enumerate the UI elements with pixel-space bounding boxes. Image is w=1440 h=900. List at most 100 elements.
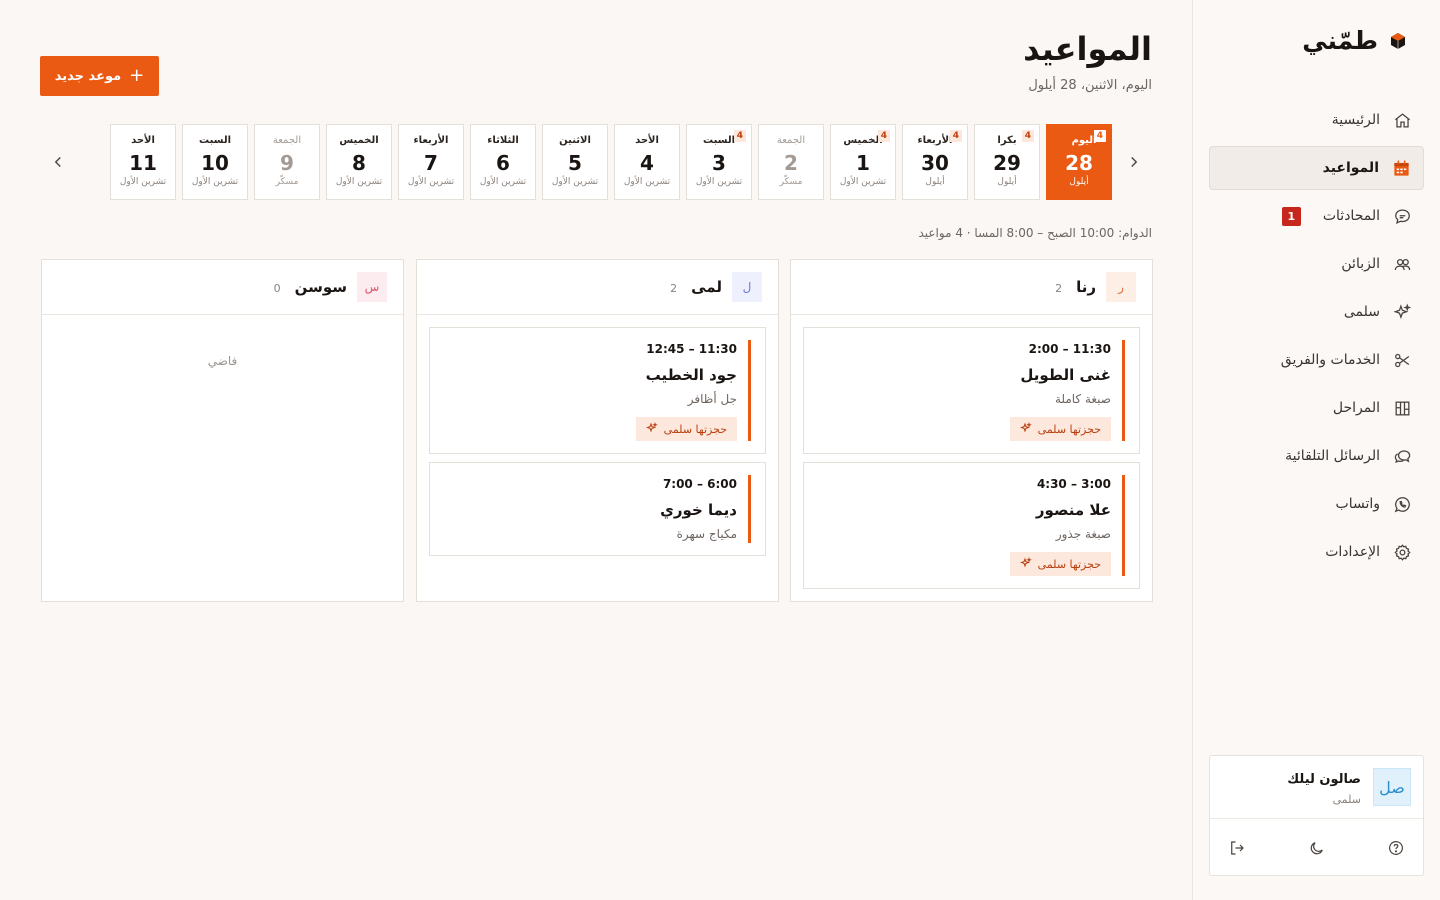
chevron-left-icon[interactable]: [48, 150, 68, 174]
tag-label: حجزتها سلمى: [1037, 422, 1101, 436]
day-name: اليوم: [1071, 135, 1097, 146]
day-name: الجمعة: [776, 135, 806, 146]
day-number: 3: [712, 151, 726, 175]
avatar: ر: [1106, 272, 1136, 302]
day-number: 28: [1065, 151, 1093, 175]
sidebar-item-home[interactable]: الرئيسية: [1209, 98, 1424, 142]
staff-appointment-count: 2: [670, 282, 678, 295]
day-name: الأربعاء: [917, 135, 953, 146]
avatar[interactable]: صل: [1373, 768, 1411, 806]
day-number: 30: [921, 151, 949, 175]
sidebar-item-services-team[interactable]: الخدمات والفريق: [1209, 338, 1424, 382]
working-hours: الدوام: 10:00 الصبح – 8:00 المسا · 4 موا…: [918, 226, 1152, 240]
new-appointment-button[interactable]: + موعد جديد: [40, 56, 159, 96]
day-name: السبت: [198, 135, 232, 146]
day-appointment-count: 4: [1093, 130, 1106, 142]
day-2[interactable]: الجمعة 2 مسكّر: [758, 124, 824, 200]
day-3[interactable]: 4 السبت 3 تشرين الأول: [686, 124, 752, 200]
day-name: الجمعة: [272, 135, 302, 146]
staff-name: رنا 2: [1055, 278, 1096, 296]
brand[interactable]: طمّني: [1302, 26, 1408, 55]
service-name: مكياج سهرة: [676, 527, 737, 541]
day-number: 6: [496, 151, 510, 175]
day-name: الخميس: [339, 135, 379, 146]
sidebar-item-label: الإعدادات: [1325, 544, 1380, 560]
service-name: صبغة كاملة: [1054, 392, 1111, 406]
messages-icon: [1392, 446, 1412, 466]
day-11[interactable]: الأحد 11 تشرين الأول: [110, 124, 176, 200]
day-10[interactable]: السبت 10 تشرين الأول: [182, 124, 248, 200]
customer-name: غنى الطويل: [1020, 366, 1111, 384]
day-name: الأربعاء: [413, 135, 449, 146]
sidebar-item-label: سلمى: [1343, 304, 1380, 320]
sidebar-item-customers[interactable]: الزبائن: [1209, 242, 1424, 286]
cube-logo-icon: [1388, 31, 1408, 51]
sidebar-item-settings[interactable]: الإعدادات: [1209, 530, 1424, 574]
sparkle-icon: [1392, 302, 1412, 322]
day-number: 5: [568, 151, 582, 175]
appointment-time: 2:00 – 11:30: [1028, 342, 1111, 356]
users-icon: [1392, 254, 1412, 274]
staff-name: لمى 2: [670, 278, 722, 296]
unread-badge: 1: [1281, 206, 1301, 226]
sidebar-item-label: واتساب: [1335, 496, 1380, 512]
booked-by-salma-tag: حجزتها سلمى: [1009, 552, 1111, 576]
sidebar-item-whatsapp[interactable]: واتساب: [1209, 482, 1424, 526]
day-28[interactable]: 4 اليوم 28 أيلول: [1046, 124, 1112, 200]
day-1[interactable]: 4 الخميس 1 تشرين الأول: [830, 124, 896, 200]
gear-icon: [1392, 542, 1412, 562]
appointment-time: 7:00 – 6:00: [662, 477, 737, 491]
account-actions: [1228, 839, 1405, 857]
day-number: 2: [784, 151, 798, 175]
logout-icon[interactable]: [1228, 839, 1246, 857]
day-7[interactable]: الأربعاء 7 تشرين الأول: [398, 124, 464, 200]
day-4[interactable]: الأحد 4 تشرين الأول: [614, 124, 680, 200]
sidebar-item-auto-messages[interactable]: الرسائل التلقائية: [1209, 434, 1424, 478]
main-nav: الرئيسية المواعيد المحادثات 1 الزبائن سل…: [1209, 98, 1424, 578]
staff-name: سوسن 0: [274, 278, 347, 296]
accent-bar: [1122, 340, 1125, 441]
account-assistant: سلمى: [1332, 793, 1361, 806]
sidebar-item-stages[interactable]: المراحل: [1209, 386, 1424, 430]
day-9[interactable]: الجمعة 9 مسكّر: [254, 124, 320, 200]
divider: [1210, 818, 1423, 819]
appointment-card[interactable]: 2:00 – 11:30 غنى الطويل صبغة كاملة حجزتها س…: [803, 327, 1140, 454]
day-number: 29: [993, 151, 1021, 175]
day-name: الثلاثاء: [487, 135, 519, 146]
day-month: تشرين الأول: [191, 177, 239, 187]
day-30[interactable]: 4 الأربعاء 30 أيلول: [902, 124, 968, 200]
empty-state: فاضي: [207, 354, 238, 368]
day-month: تشرين الأول: [839, 177, 887, 187]
day-29[interactable]: 4 بكرا 29 أيلول: [974, 124, 1040, 200]
staff-column: س سوسن 0 فاضي: [41, 259, 404, 602]
staff-column-header: ر رنا 2: [791, 260, 1152, 315]
customer-name: علا منصور: [1035, 501, 1111, 519]
sidebar-item-appointments[interactable]: المواعيد: [1209, 146, 1424, 190]
day-appointment-count: 4: [877, 130, 890, 142]
sidebar-item-label: المواعيد: [1322, 160, 1379, 176]
day-6[interactable]: الثلاثاء 6 تشرين الأول: [470, 124, 536, 200]
help-icon[interactable]: [1387, 839, 1405, 857]
day-month: أيلول: [1069, 177, 1089, 187]
appointment-card[interactable]: 12:45 – 11:30 جود الخطيب جل أظافر حجزتها سل…: [429, 327, 766, 454]
chevron-right-icon[interactable]: [1124, 150, 1144, 174]
moon-icon[interactable]: [1308, 839, 1326, 857]
day-number: 8: [352, 151, 366, 175]
day-month: تشرين الأول: [119, 177, 167, 187]
appointment-card[interactable]: 7:00 – 6:00 ديما خوري مكياج سهرة: [429, 462, 766, 556]
sparkle-icon: [1019, 421, 1032, 437]
sidebar-item-label: الرسائل التلقائية: [1285, 448, 1380, 464]
day-8[interactable]: الخميس 8 تشرين الأول: [326, 124, 392, 200]
sidebar-item-label: المراحل: [1332, 400, 1380, 416]
sidebar-item-conversations[interactable]: المحادثات 1: [1209, 194, 1424, 238]
accent-bar: [748, 475, 751, 543]
accent-bar: [748, 340, 751, 441]
day-5[interactable]: الاثنين 5 تشرين الأول: [542, 124, 608, 200]
sidebar-item-salma[interactable]: سلمى: [1209, 290, 1424, 334]
appointment-card[interactable]: 4:30 – 3:00 علا منصور صبغة جذور حجزتها سلمى: [803, 462, 1140, 589]
day-month: تشرين الأول: [551, 177, 599, 187]
day-month: مسكّر: [779, 177, 803, 187]
chat-icon: [1392, 206, 1412, 226]
day-month: تشرين الأول: [695, 177, 743, 187]
sidebar-item-label: الرئيسية: [1331, 112, 1380, 128]
